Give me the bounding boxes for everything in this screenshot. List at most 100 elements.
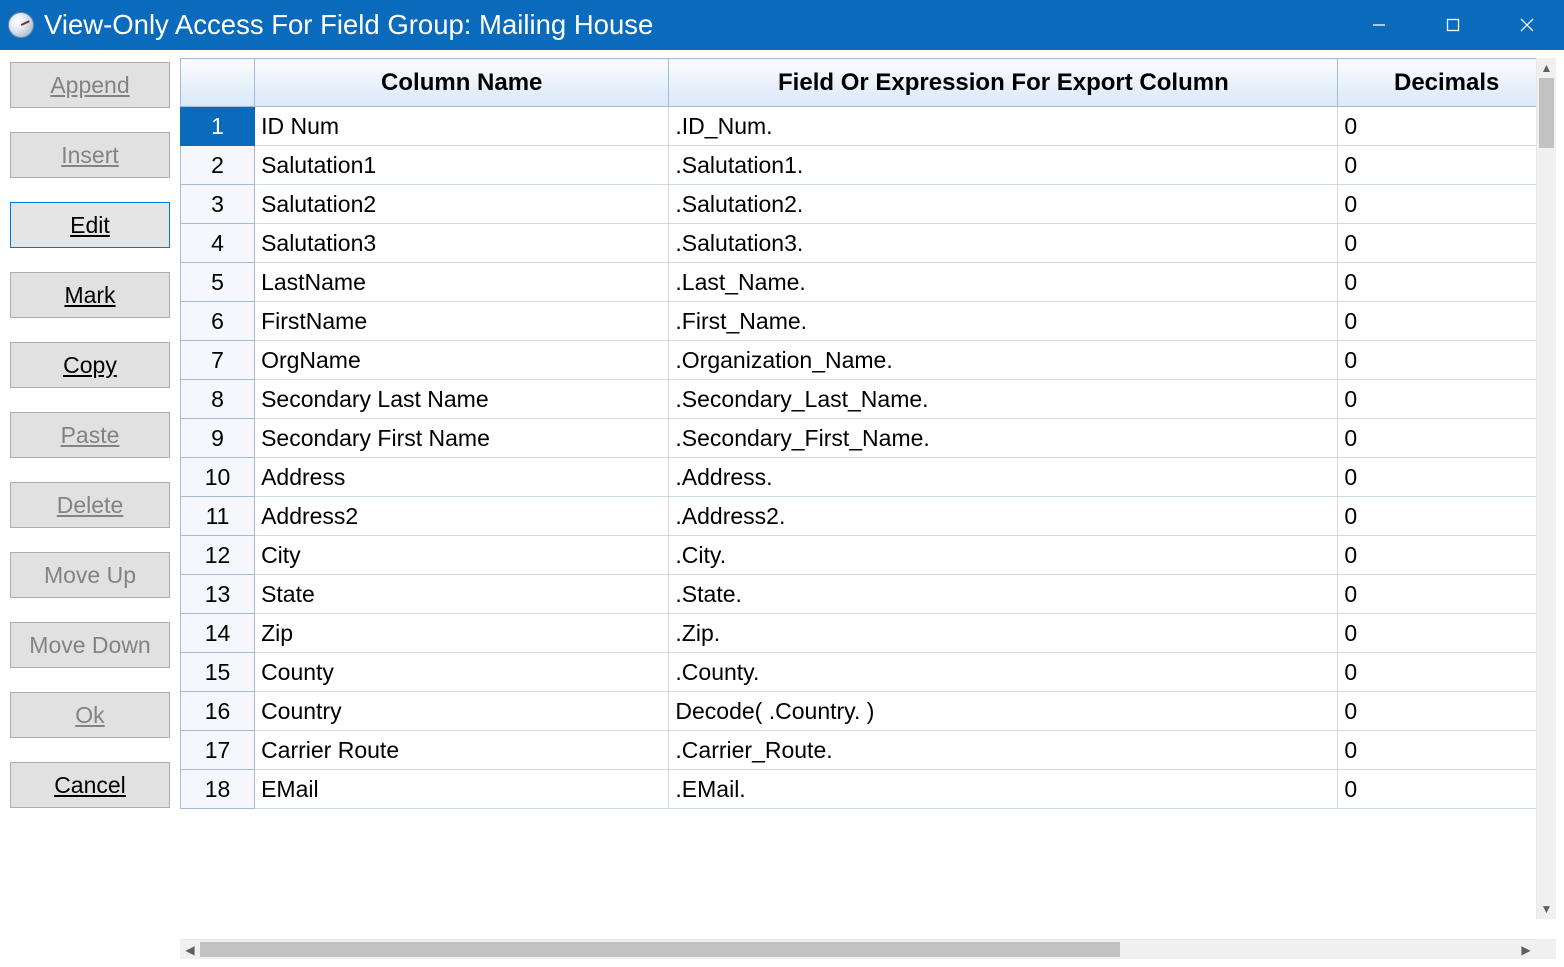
table-row[interactable]: 11Address2.Address2.0 (181, 497, 1556, 536)
column-name-cell[interactable]: Country (255, 692, 669, 731)
decimals-cell[interactable]: 0 (1338, 419, 1556, 458)
move-up-button[interactable]: Move Up (10, 552, 170, 598)
expression-cell[interactable]: .Zip. (669, 614, 1338, 653)
horizontal-scrollbar[interactable]: ◀ ▶ (180, 939, 1536, 959)
expression-cell[interactable]: .Salutation1. (669, 146, 1338, 185)
expression-cell[interactable]: .Organization_Name. (669, 341, 1338, 380)
table-row[interactable]: 4Salutation3.Salutation3.0 (181, 224, 1556, 263)
expression-cell[interactable]: .Address2. (669, 497, 1338, 536)
vertical-scroll-thumb[interactable] (1539, 78, 1554, 148)
row-number-cell[interactable]: 14 (181, 614, 255, 653)
column-name-cell[interactable]: EMail (255, 770, 669, 809)
decimals-cell[interactable]: 0 (1338, 224, 1556, 263)
table-row[interactable]: 1ID Num.ID_Num.0 (181, 107, 1556, 146)
header-expression[interactable]: Field Or Expression For Export Column (669, 59, 1338, 107)
row-number-cell[interactable]: 13 (181, 575, 255, 614)
column-name-cell[interactable]: Salutation2 (255, 185, 669, 224)
table-row[interactable]: 8Secondary Last Name.Secondary_Last_Name… (181, 380, 1556, 419)
decimals-cell[interactable]: 0 (1338, 185, 1556, 224)
column-name-cell[interactable]: OrgName (255, 341, 669, 380)
decimals-cell[interactable]: 0 (1338, 497, 1556, 536)
decimals-cell[interactable]: 0 (1338, 575, 1556, 614)
move-down-button[interactable]: Move Down (10, 622, 170, 668)
decimals-cell[interactable]: 0 (1338, 458, 1556, 497)
table-row[interactable]: 3Salutation2.Salutation2.0 (181, 185, 1556, 224)
vertical-scrollbar[interactable]: ▲ ▼ (1536, 58, 1556, 919)
column-name-cell[interactable]: Salutation1 (255, 146, 669, 185)
paste-button[interactable]: Paste (10, 412, 170, 458)
scroll-down-icon[interactable]: ▼ (1537, 899, 1556, 919)
row-number-cell[interactable]: 1 (181, 107, 255, 146)
minimize-button[interactable] (1342, 0, 1416, 50)
row-number-cell[interactable]: 9 (181, 419, 255, 458)
close-button[interactable] (1490, 0, 1564, 50)
expression-cell[interactable]: Decode( .Country. ) (669, 692, 1338, 731)
decimals-cell[interactable]: 0 (1338, 146, 1556, 185)
column-name-cell[interactable]: State (255, 575, 669, 614)
header-rownum[interactable] (181, 59, 255, 107)
scroll-right-icon[interactable]: ▶ (1516, 940, 1536, 959)
decimals-cell[interactable]: 0 (1338, 692, 1556, 731)
decimals-cell[interactable]: 0 (1338, 770, 1556, 809)
decimals-cell[interactable]: 0 (1338, 302, 1556, 341)
row-number-cell[interactable]: 5 (181, 263, 255, 302)
horizontal-scroll-thumb[interactable] (200, 942, 1120, 957)
column-name-cell[interactable]: City (255, 536, 669, 575)
column-name-cell[interactable]: Address2 (255, 497, 669, 536)
expression-cell[interactable]: .Salutation3. (669, 224, 1338, 263)
table-row[interactable]: 17Carrier Route.Carrier_Route.0 (181, 731, 1556, 770)
maximize-button[interactable] (1416, 0, 1490, 50)
row-number-cell[interactable]: 16 (181, 692, 255, 731)
column-name-cell[interactable]: Address (255, 458, 669, 497)
copy-button[interactable]: Copy (10, 342, 170, 388)
title-bar[interactable]: View-Only Access For Field Group: Mailin… (0, 0, 1564, 50)
insert-button[interactable]: Insert (10, 132, 170, 178)
table-row[interactable]: 16CountryDecode( .Country. )0 (181, 692, 1556, 731)
edit-button[interactable]: Edit (10, 202, 170, 248)
expression-cell[interactable]: .Carrier_Route. (669, 731, 1338, 770)
row-number-cell[interactable]: 2 (181, 146, 255, 185)
expression-cell[interactable]: .City. (669, 536, 1338, 575)
table-row[interactable]: 15County.County.0 (181, 653, 1556, 692)
column-name-cell[interactable]: LastName (255, 263, 669, 302)
table-row[interactable]: 6FirstName.First_Name.0 (181, 302, 1556, 341)
data-grid[interactable]: Column Name Field Or Expression For Expo… (180, 58, 1556, 809)
table-row[interactable]: 18EMail.EMail.0 (181, 770, 1556, 809)
cancel-button[interactable]: Cancel (10, 762, 170, 808)
expression-cell[interactable]: .ID_Num. (669, 107, 1338, 146)
table-row[interactable]: 13State.State.0 (181, 575, 1556, 614)
row-number-cell[interactable]: 7 (181, 341, 255, 380)
column-name-cell[interactable]: ID Num (255, 107, 669, 146)
table-row[interactable]: 10Address.Address.0 (181, 458, 1556, 497)
column-name-cell[interactable]: Carrier Route (255, 731, 669, 770)
decimals-cell[interactable]: 0 (1338, 380, 1556, 419)
scroll-up-icon[interactable]: ▲ (1537, 58, 1556, 78)
table-row[interactable]: 14Zip.Zip.0 (181, 614, 1556, 653)
header-column-name[interactable]: Column Name (255, 59, 669, 107)
decimals-cell[interactable]: 0 (1338, 614, 1556, 653)
decimals-cell[interactable]: 0 (1338, 263, 1556, 302)
row-number-cell[interactable]: 15 (181, 653, 255, 692)
row-number-cell[interactable]: 6 (181, 302, 255, 341)
expression-cell[interactable]: .Address. (669, 458, 1338, 497)
decimals-cell[interactable]: 0 (1338, 653, 1556, 692)
mark-button[interactable]: Mark (10, 272, 170, 318)
scroll-left-icon[interactable]: ◀ (180, 940, 200, 959)
expression-cell[interactable]: .Last_Name. (669, 263, 1338, 302)
row-number-cell[interactable]: 18 (181, 770, 255, 809)
expression-cell[interactable]: .County. (669, 653, 1338, 692)
column-name-cell[interactable]: Zip (255, 614, 669, 653)
append-button[interactable]: Append (10, 62, 170, 108)
row-number-cell[interactable]: 17 (181, 731, 255, 770)
row-number-cell[interactable]: 3 (181, 185, 255, 224)
decimals-cell[interactable]: 0 (1338, 341, 1556, 380)
expression-cell[interactable]: .State. (669, 575, 1338, 614)
table-row[interactable]: 5LastName.Last_Name.0 (181, 263, 1556, 302)
expression-cell[interactable]: .Secondary_First_Name. (669, 419, 1338, 458)
row-number-cell[interactable]: 12 (181, 536, 255, 575)
expression-cell[interactable]: .First_Name. (669, 302, 1338, 341)
row-number-cell[interactable]: 11 (181, 497, 255, 536)
column-name-cell[interactable]: Secondary First Name (255, 419, 669, 458)
table-row[interactable]: 7OrgName.Organization_Name.0 (181, 341, 1556, 380)
expression-cell[interactable]: .EMail. (669, 770, 1338, 809)
